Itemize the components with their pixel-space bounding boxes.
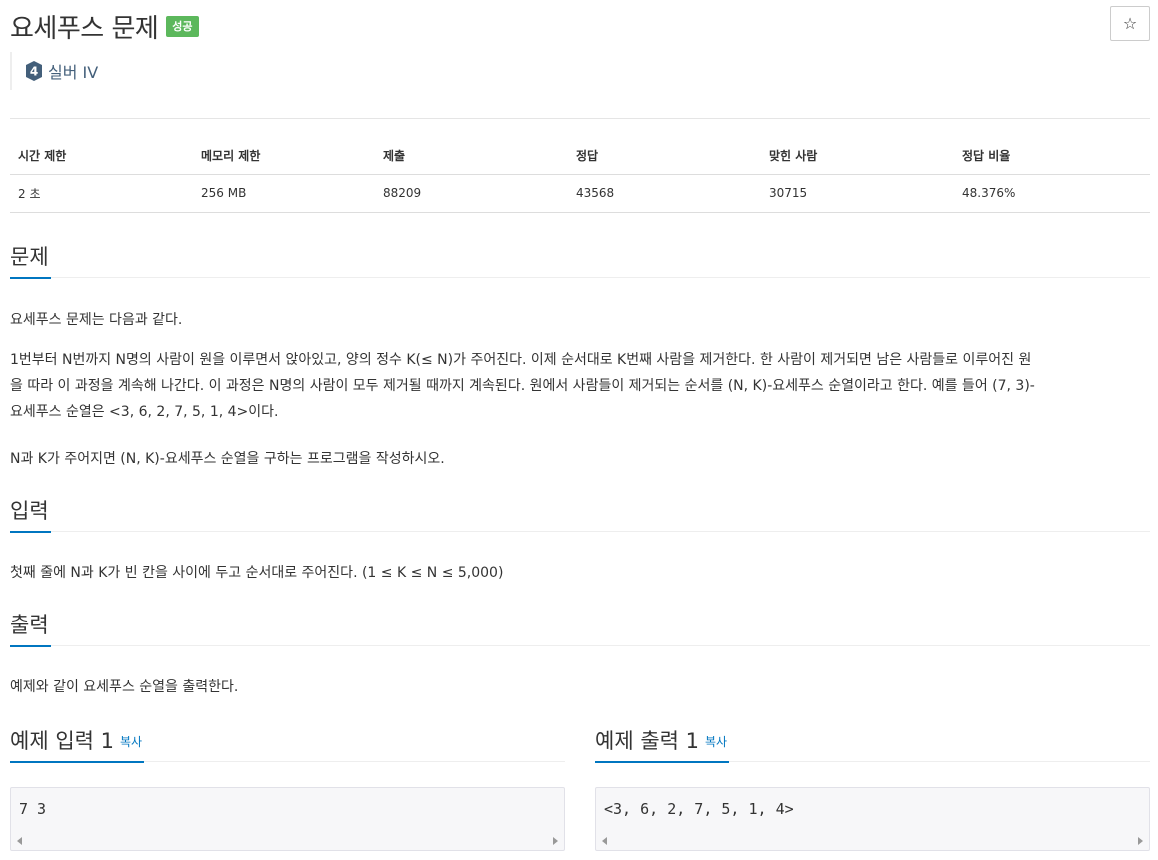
divider (10, 118, 1150, 119)
sample-output-header: 예제 출력 1 복사 (595, 724, 1150, 763)
sample-input-heading-text: 예제 입력 1 (10, 729, 114, 753)
sample-input-heading: 예제 입력 1 복사 (10, 725, 145, 763)
input-heading: 입력 (10, 495, 51, 533)
tier-label[interactable]: 실버 IV (48, 59, 98, 83)
star-icon: ☆ (1122, 14, 1138, 33)
problem-text-3: N과 K가 주어지면 (N, K)-요세푸스 순열을 구하는 프로그램을 작성하… (10, 451, 445, 467)
col-time-limit: 시간 제한 (10, 138, 193, 175)
table-header-row: 시간 제한 메모리 제한 제출 정답 맞힌 사람 정답 비율 (10, 138, 1150, 175)
problem-section-header: 문제 (10, 240, 1150, 279)
sample-output-heading-text: 예제 출력 1 (595, 729, 699, 753)
horizontal-scrollbar[interactable] (596, 833, 1149, 850)
silver-tier-icon: 4 (26, 61, 42, 81)
memory-limit-value: 256 MB (193, 174, 375, 213)
col-memory-limit: 메모리 제한 (193, 138, 375, 175)
horizontal-scrollbar[interactable] (11, 833, 564, 850)
accepted-value: 43568 (568, 174, 761, 213)
problem-text-2-line-1: 1번부터 N번까지 N명의 사람이 원을 이루면서 앉아있고, 양의 정수 K(… (10, 352, 1032, 368)
output-heading: 출력 (10, 609, 51, 647)
svg-text:4: 4 (30, 65, 38, 79)
sample-output-content: <3, 6, 2, 7, 5, 1, 4> (604, 800, 794, 818)
sample-input-content: 7 3 (19, 800, 47, 818)
sample-input-header: 예제 입력 1 복사 (10, 724, 565, 763)
problem-heading: 문제 (10, 241, 51, 279)
problem-text-2-line-2: 을 따라 이 과정을 계속해 나간다. 이 과정은 N명의 사람이 모두 제거될… (10, 378, 1035, 394)
table-row: 2 초 256 MB 88209 43568 30715 48.376% (10, 174, 1150, 213)
output-section-header: 출력 (10, 608, 1150, 647)
scroll-left-icon[interactable] (17, 837, 22, 845)
ratio-value: 48.376% (954, 174, 1150, 213)
col-ratio: 정답 비율 (954, 138, 1150, 175)
sample-output-box[interactable]: <3, 6, 2, 7, 5, 1, 4> (595, 787, 1150, 851)
sample-input-box[interactable]: 7 3 (10, 787, 565, 851)
problem-text-1: 요세푸스 문제는 다음과 같다. (10, 312, 183, 328)
tier-row: 4 실버 IV (10, 52, 98, 90)
scroll-right-icon[interactable] (1138, 837, 1143, 845)
problem-text-2: 1번부터 N번까지 N명의 사람이 원을 이루면서 앉아있고, 양의 정수 K(… (10, 347, 1148, 425)
time-limit-value: 2 초 (10, 174, 193, 213)
output-text: 예제와 같이 요세푸스 순열을 출력한다. (10, 679, 239, 695)
input-section-header: 입력 (10, 494, 1150, 533)
solvers-value[interactable]: 30715 (761, 174, 954, 213)
col-solvers: 맞힌 사람 (761, 138, 954, 175)
submissions-value[interactable]: 88209 (375, 174, 568, 213)
title-row: 요세푸스 문제 성공 (10, 6, 199, 46)
copy-input-button[interactable]: 복사 (120, 735, 142, 749)
scroll-right-icon[interactable] (553, 837, 558, 845)
scroll-left-icon[interactable] (602, 837, 607, 845)
status-badge: 성공 (166, 15, 199, 37)
input-text: 첫째 줄에 N과 K가 빈 칸을 사이에 두고 순서대로 주어진다. (1 ≤ … (10, 565, 504, 581)
col-submissions: 제출 (375, 138, 568, 175)
copy-output-button[interactable]: 복사 (705, 735, 727, 749)
problem-info-table: 시간 제한 메모리 제한 제출 정답 맞힌 사람 정답 비율 2 초 256 M… (10, 138, 1150, 213)
sample-output-heading: 예제 출력 1 복사 (595, 725, 730, 763)
problem-text-2-line-3: 요세푸스 순열은 <3, 6, 2, 7, 5, 1, 4>이다. (10, 404, 279, 420)
col-accepted: 정답 (568, 138, 761, 175)
favorite-button[interactable]: ☆ (1110, 6, 1150, 41)
page-title: 요세푸스 문제 (10, 13, 159, 44)
